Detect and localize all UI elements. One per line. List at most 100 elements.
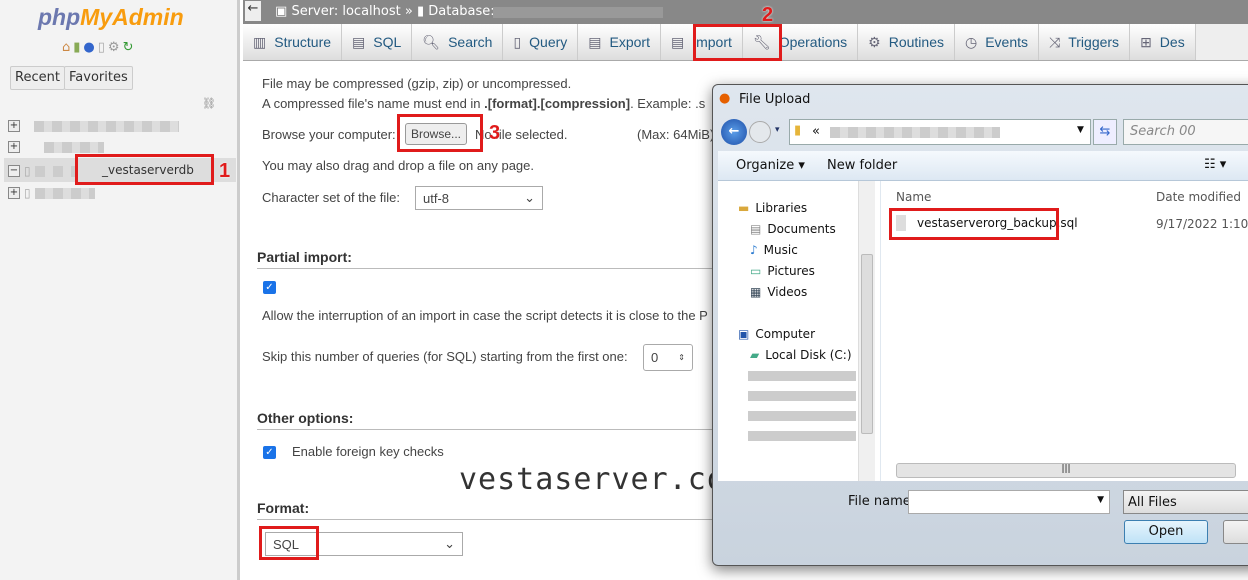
blurred-path	[830, 127, 1000, 138]
foreign-key-checkbox[interactable]: ✓	[263, 446, 276, 459]
collapse-icon[interactable]: −	[8, 165, 20, 177]
nav-item-computer[interactable]: ▣ Computer	[738, 327, 815, 341]
foreign-key-label: Enable foreign key checks	[292, 444, 444, 459]
file-name-input[interactable]: ▼	[908, 490, 1110, 514]
server-label: Server: localhost	[291, 4, 401, 19]
sql-icon: ▤	[352, 33, 366, 50]
nav-label: Libraries	[755, 201, 808, 215]
open-button[interactable]: Open	[1124, 520, 1208, 544]
nav-label: Pictures	[767, 264, 815, 278]
horizontal-scrollbar[interactable]: |||	[896, 463, 1236, 478]
charset-label: Character set of the file:	[262, 190, 401, 205]
reload-icon[interactable]: ↻	[123, 40, 134, 55]
highlight-box	[889, 208, 1059, 240]
watermark: vestaserver.com	[459, 462, 745, 497]
address-bar[interactable]: ▮ « ▼	[789, 119, 1091, 145]
skip-queries-input[interactable]: 0 ⇕	[643, 344, 693, 371]
divider	[257, 429, 717, 430]
history-dropdown-icon[interactable]: ▾	[775, 125, 780, 135]
sidebar: phpMyAdmin ⌂ ▮ ● ▯ ⚙ ↻ Recent Favorites …	[0, 0, 240, 580]
tab-events[interactable]: ◷ Events	[955, 24, 1040, 60]
forward-button[interactable]	[749, 121, 771, 143]
import-icon: ▤	[670, 33, 685, 50]
tab-label: SQL	[373, 34, 402, 50]
refresh-button[interactable]: ⇆	[1093, 119, 1117, 145]
chevron-down-icon: ⌄	[444, 536, 455, 551]
search-input[interactable]: Search 00	[1123, 119, 1248, 145]
firefox-icon: ●	[719, 91, 731, 106]
nav-item-music[interactable]: ♪ Music	[750, 243, 798, 257]
tab-search[interactable]: 🔍︎ Search	[412, 24, 504, 60]
breadcrumb-bar: ← ▣ Server: localhost » ▮ Database:	[243, 0, 1248, 24]
nav-item-libraries[interactable]: ▬ Libraries	[738, 201, 807, 215]
settings-icon[interactable]: ⚙	[108, 40, 120, 55]
column-header-date[interactable]: Date modified	[1156, 190, 1241, 204]
back-button[interactable]: ←	[245, 1, 261, 21]
charset-select[interactable]: utf-8 ⌄	[415, 186, 543, 210]
db-tree-item[interactable]: +	[8, 141, 104, 153]
browser-pane: ▬ Libraries ▤ Documents ♪ Music ▭ Pictures ▦ Vide…	[718, 181, 1248, 481]
skip-queries-label: Skip this number of queries (for SQL) st…	[262, 349, 628, 364]
chevron-down-icon[interactable]: ▼	[1097, 495, 1104, 505]
cancel-button[interactable]	[1223, 520, 1248, 544]
export-icon: ▤	[588, 33, 602, 50]
tab-sql[interactable]: ▤ SQL	[342, 24, 413, 60]
home-icon[interactable]: ⌂	[62, 40, 70, 55]
expand-icon[interactable]: +	[8, 187, 20, 199]
phpmyadmin-logo[interactable]: phpMyAdmin	[38, 4, 184, 31]
new-folder-button[interactable]: New folder	[827, 158, 897, 173]
tab-query[interactable]: ▯ Query	[503, 24, 579, 60]
import-form: File may be compressed (gzip, zip) or un…	[257, 60, 744, 580]
db-tree-item[interactable]: +	[8, 120, 179, 132]
blurred-db-name	[34, 120, 179, 132]
logout-icon[interactable]: ▮	[73, 40, 80, 55]
divider	[257, 268, 717, 269]
compression-note: File may be compressed (gzip, zip) or un…	[262, 76, 572, 91]
step-number: 3	[489, 122, 501, 144]
stepper-icon[interactable]: ⇕	[678, 353, 685, 362]
back-button[interactable]: ←	[721, 119, 747, 145]
nav-item-documents[interactable]: ▤ Documents	[750, 222, 836, 236]
organize-menu[interactable]: Organize ▾	[736, 158, 805, 173]
compression-example: A compressed file's name must end in .[f…	[262, 96, 706, 111]
chevron-down-icon[interactable]: ▼	[1077, 125, 1084, 135]
favorites-button[interactable]: Favorites	[64, 66, 133, 90]
column-header-name[interactable]: Name	[896, 190, 931, 204]
tab-label: Export	[609, 34, 650, 50]
tab-label: Query	[529, 34, 568, 50]
allow-interrupt-label: Allow the interruption of an import in c…	[262, 308, 708, 323]
tab-routines[interactable]: ⚙ Routines	[858, 24, 955, 60]
help-icon[interactable]: ●	[83, 40, 94, 55]
expand-icon[interactable]: +	[8, 120, 20, 132]
db-tree-item[interactable]: + ▯	[8, 186, 95, 200]
browse-label: Browse your computer:	[262, 127, 396, 142]
recent-button[interactable]: Recent	[10, 66, 65, 90]
partial-import-heading: Partial import:	[257, 249, 352, 265]
view-options-icon[interactable]: ☷ ▾	[1204, 157, 1226, 172]
chevron-down-icon: ⌄	[524, 190, 535, 205]
docs-icon[interactable]: ▯	[98, 40, 105, 55]
expand-icon[interactable]: +	[8, 141, 20, 153]
allow-interrupt-checkbox[interactable]: ✓	[263, 281, 276, 294]
link-icon[interactable]: ⛓	[202, 97, 216, 110]
file-item-date: 9/17/2022 1:10 AM	[1156, 217, 1248, 231]
nav-item-local-disk-c-[interactable]: ▰ Local Disk (C:)	[750, 348, 852, 362]
nav-scrollbar[interactable]	[858, 181, 875, 481]
blurred-db-name	[34, 165, 75, 177]
file-type-select[interactable]: All Files	[1123, 490, 1248, 514]
blurred-db-name	[493, 7, 663, 18]
tab-des[interactable]: ⊞ Des	[1130, 24, 1196, 60]
server-breadcrumb[interactable]: ▣ Server: localhost » ▮ Database:	[275, 4, 495, 19]
sidebar-icons: ⌂ ▮ ● ▯ ⚙ ↻	[62, 40, 133, 55]
scrollbar-thumb[interactable]	[861, 254, 873, 434]
music-icon: ♪	[750, 243, 758, 257]
tab-export[interactable]: ▤ Export	[578, 24, 661, 60]
format-heading: Format:	[257, 500, 310, 516]
libraries-icon: ▬	[738, 201, 750, 215]
tab-structure[interactable]: ▥ Structure	[243, 24, 343, 60]
triggers-icon: ⤨	[1049, 33, 1061, 50]
nav-item-videos[interactable]: ▦ Videos	[750, 285, 807, 299]
tab-triggers[interactable]: ⤨ Triggers	[1039, 24, 1131, 60]
db-tree-item[interactable]: − ▯	[8, 164, 75, 178]
nav-item-pictures[interactable]: ▭ Pictures	[750, 264, 815, 278]
